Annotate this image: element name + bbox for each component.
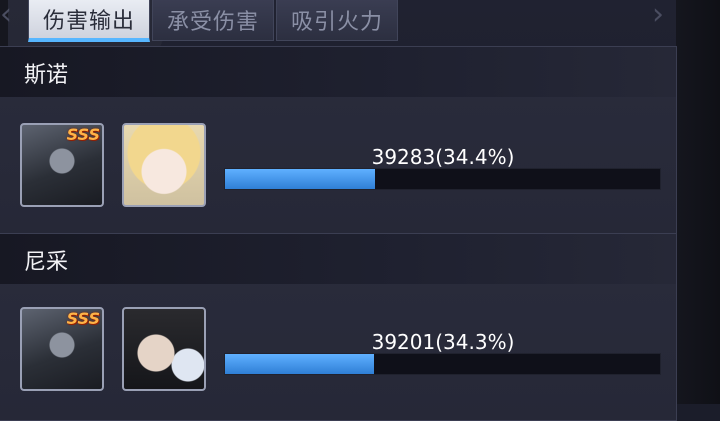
rank-badge: SSS <box>66 125 100 144</box>
damage-bar-fill <box>225 169 375 189</box>
card-header: 尼采 <box>0 234 676 284</box>
right-edge <box>676 0 720 404</box>
tab-aggro[interactable]: 吸引火力 <box>276 0 399 41</box>
chevron-right-icon[interactable]: › <box>652 0 664 32</box>
chevron-left-icon[interactable]: ‹ <box>0 0 12 32</box>
player-card: 尼采 SSS 39201(34.3%) <box>0 233 677 421</box>
player-card: 斯诺 SSS 39283(34.4%) <box>0 46 677 234</box>
card-header: 斯诺 <box>0 47 676 97</box>
pilot-portrait[interactable] <box>122 123 206 207</box>
tab-bar: 伤害输出 承受伤害 吸引火力 <box>28 0 399 42</box>
rank-badge: SSS <box>66 309 100 328</box>
player-name: 斯诺 <box>24 63 69 88</box>
damage-bar <box>224 353 661 375</box>
player-name: 尼采 <box>24 250 69 275</box>
tab-damage-taken[interactable]: 承受伤害 <box>152 0 275 41</box>
damage-bar-fill <box>225 354 375 374</box>
damage-value: 39283(34.4%) <box>371 145 515 169</box>
tab-damage-output[interactable]: 伤害输出 <box>28 0 151 42</box>
mech-portrait[interactable]: SSS <box>20 123 104 207</box>
damage-bar <box>224 168 661 190</box>
pilot-portrait[interactable] <box>122 307 206 391</box>
mech-portrait[interactable]: SSS <box>20 307 104 391</box>
damage-value: 39201(34.3%) <box>371 330 515 354</box>
